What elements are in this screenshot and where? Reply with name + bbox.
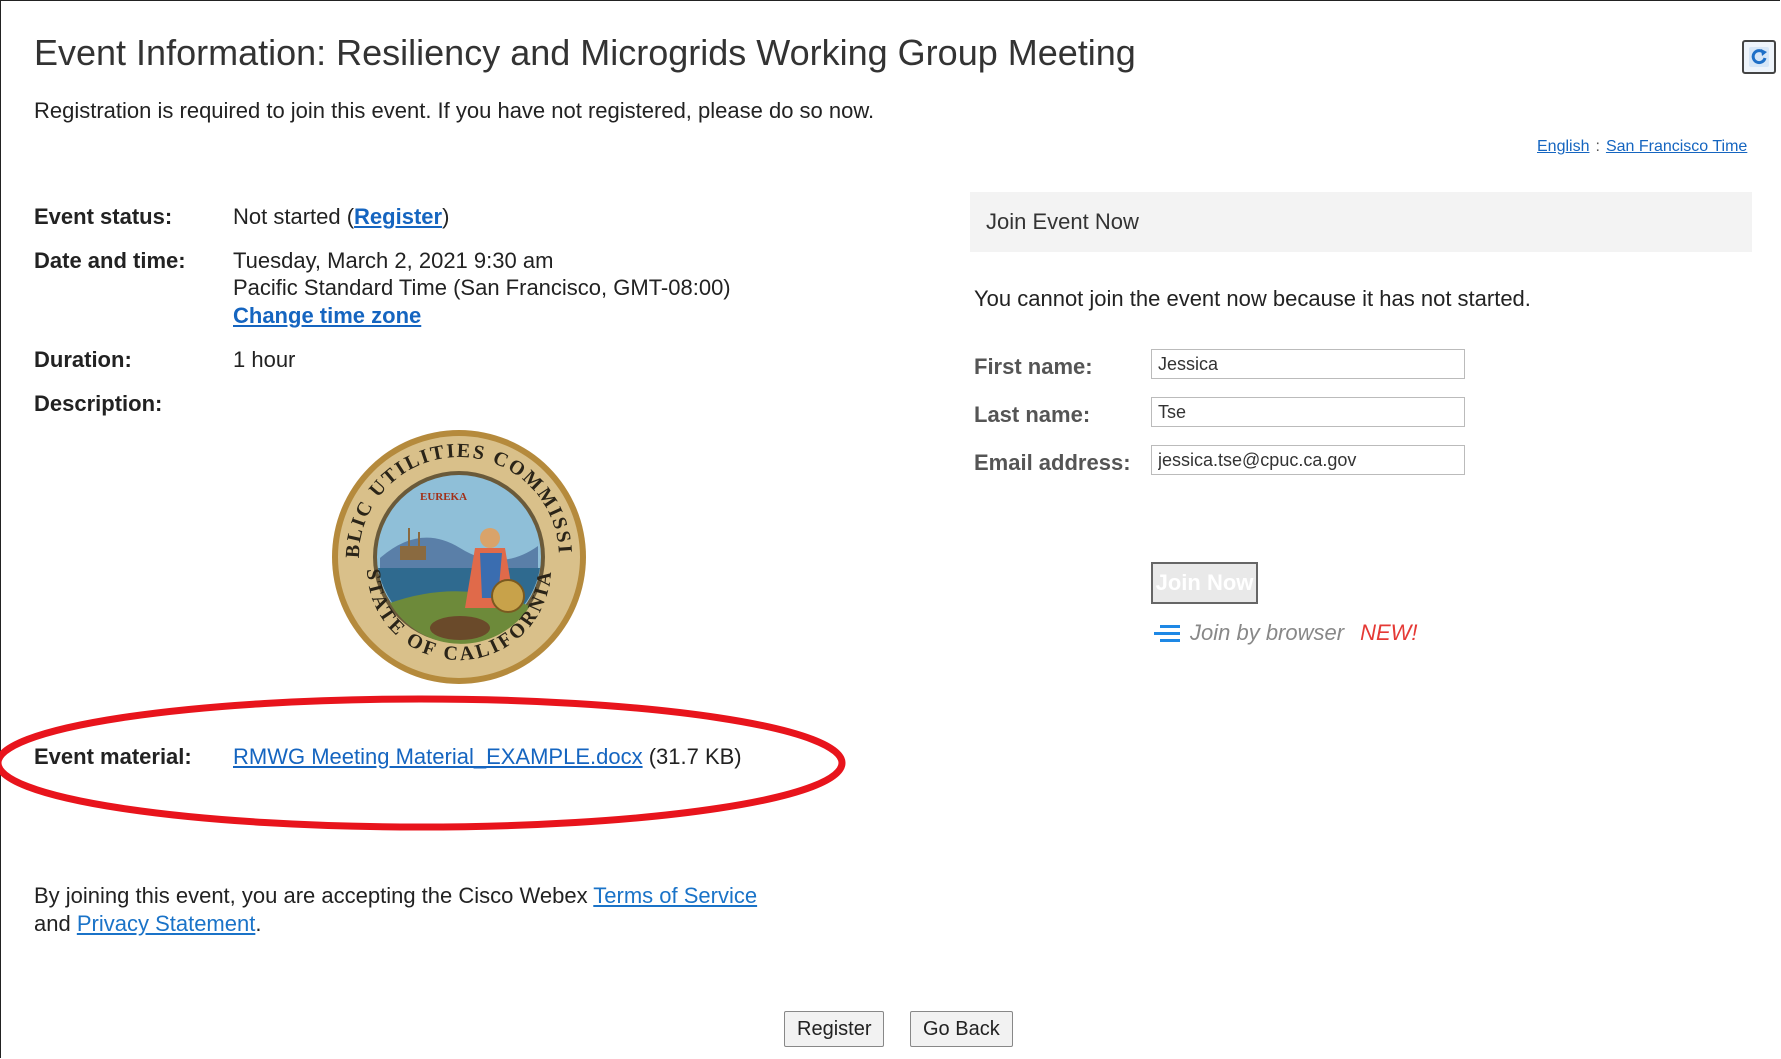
refresh-button[interactable] (1742, 40, 1776, 74)
join-now-button[interactable]: Join Now (1151, 562, 1258, 604)
terms-link[interactable]: Terms of Service (593, 883, 757, 908)
join-message: You cannot join the event now because it… (974, 286, 1531, 311)
email-field[interactable] (1151, 445, 1465, 475)
event-material-value: RMWG Meeting Material_EXAMPLE.docx (31.7… (233, 744, 742, 770)
event-status-value: Not started (Register) (233, 204, 449, 230)
material-file-link[interactable]: RMWG Meeting Material_EXAMPLE.docx (233, 744, 643, 769)
change-timezone-link[interactable]: Change time zone (233, 303, 421, 328)
browser-lines-icon (1154, 625, 1180, 642)
change-timezone-wrap: Change time zone (233, 303, 421, 329)
date-time-label: Date and time: (34, 248, 186, 273)
refresh-icon (1749, 47, 1769, 67)
event-material-label: Event material: (34, 744, 192, 769)
new-badge: NEW! (1360, 620, 1418, 645)
event-status-label: Event status: (34, 204, 173, 229)
date-line-1: Tuesday, March 2, 2021 9:30 am (233, 248, 554, 273)
description-label: Description: (34, 391, 163, 416)
legal-prefix: By joining this event, you are accepting… (34, 883, 594, 908)
join-by-browser-link[interactable]: Join by browser NEW! (1152, 620, 1418, 646)
page-title: Event Information: Resiliency and Microg… (34, 32, 1136, 73)
first-name-field[interactable] (1151, 349, 1465, 379)
date-line-2: Pacific Standard Time (San Francisco, GM… (233, 275, 731, 300)
go-back-button[interactable]: Go Back (910, 1011, 1013, 1047)
legal-and: and (34, 911, 77, 936)
locale-separator: : (1595, 138, 1600, 155)
svg-text:EUREKA: EUREKA (420, 491, 467, 503)
privacy-link[interactable]: Privacy Statement (77, 911, 256, 936)
first-name-label: First name: (974, 354, 1093, 379)
legal-suffix: . (255, 911, 262, 936)
locale-links: English: San Francisco Time (1537, 138, 1747, 156)
last-name-field[interactable] (1151, 397, 1465, 427)
status-close: ) (442, 204, 450, 229)
email-label: Email address: (974, 450, 1131, 475)
join-panel-header: Join Event Now (970, 192, 1752, 252)
language-link[interactable]: English (1537, 138, 1589, 155)
duration-value: 1 hour (233, 347, 296, 372)
register-button[interactable]: Register (784, 1011, 885, 1047)
join-by-browser-text[interactable]: Join by browser (1190, 620, 1344, 646)
duration-label: Duration: (34, 347, 132, 372)
material-file-size: (31.7 KB) (648, 744, 742, 769)
register-link[interactable]: Register (354, 204, 442, 229)
cpuc-seal-logo: PUBLIC UTILITIES COMMISSION STATE OF CAL… (330, 428, 586, 684)
timezone-link[interactable]: San Francisco Time (1606, 138, 1747, 155)
last-name-label: Last name: (974, 402, 1091, 427)
registration-notice: Registration is required to join this ev… (34, 98, 875, 123)
legal-text: By joining this event, you are accepting… (34, 882, 794, 938)
status-text: Not started ( (233, 204, 355, 229)
